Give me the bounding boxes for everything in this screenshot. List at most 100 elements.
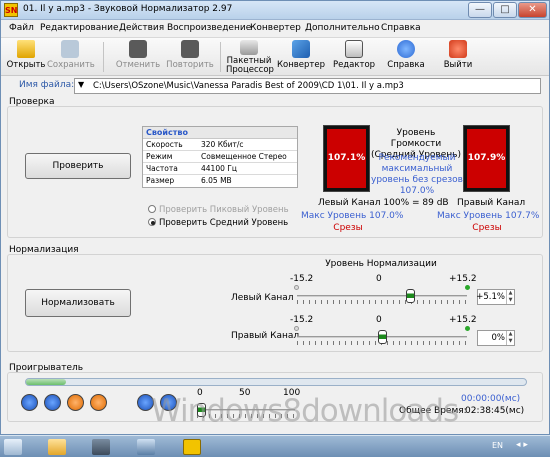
right-level-spinner[interactable]: 0% ▲ ▼ [477,330,515,346]
undo-label: Отменить [115,60,161,70]
total-time-label: Общее Время: [399,406,467,416]
right-level-meter: 107.9% [463,125,510,192]
radio-average-label: Проверить Средний Уровень [159,218,289,228]
spinner-arrows-icon[interactable]: ▲ ▼ [506,290,514,304]
right-max-label: +15.2 [449,315,477,325]
property-value: 320 Кбит/с [201,140,244,149]
table-row: Размер 6.05 MB [143,175,297,187]
close-button[interactable]: ✕ [518,2,547,18]
slider-thumb[interactable] [406,289,415,303]
right-meter-value: 107.9% [467,153,506,163]
volume-tick-100: 100 [283,388,301,398]
taskbar-explorer-icon[interactable] [48,439,66,455]
redo-icon [181,40,199,58]
radio-average-dot [148,218,156,226]
menu-actions[interactable]: Действия [119,23,164,33]
undo-button[interactable]: Отменить [114,40,162,74]
right-level-value: 0% [491,333,506,343]
slider-max-marker [465,285,470,290]
spinner-arrows-icon[interactable]: ▲ ▼ [506,331,514,345]
taskbar-window-icon[interactable] [4,439,22,455]
right-max-level: Макс Уровень 107.7% [437,211,540,221]
editor-icon [345,40,363,58]
check-button[interactable]: Проверить [25,153,131,179]
radio-peak-label: Проверить Пиковый Уровень [159,205,289,215]
radio-peak-level[interactable]: Проверить Пиковый Уровень [148,205,289,215]
language-indicator[interactable]: EN [492,441,503,450]
stop-button[interactable] [44,394,61,411]
open-button[interactable]: Открыть [6,40,46,74]
volume-tick-0: 0 [197,388,203,398]
normalization-level-title: Уровень Нормализации [325,259,437,269]
menu-help[interactable]: Справка [381,23,421,33]
radio-peak-dot [148,205,156,213]
left-normalization-slider[interactable] [294,285,470,307]
window-title: 01. Il y a.mp3 - Звуковой Нормализатор 2… [23,4,233,14]
open-label: Открыть [6,60,46,70]
current-time: 00:00:00(мс) [461,394,521,404]
slider-min-marker [294,326,299,331]
taskbar-media-icon[interactable] [92,439,110,455]
tray-arrows-icon[interactable]: ◂ ▸ [516,440,528,450]
left-clips-label: Срезы [333,223,363,233]
open-folder-icon [17,40,35,58]
total-time-value: 02:38:45(мс) [465,406,525,416]
file-path-text: C:\Users\OSzone\Music\Vanessa Paradis Be… [93,81,404,91]
taskbar-app-icon[interactable] [183,439,201,455]
left-level-spinner[interactable]: +5.1% ▲ ▼ [476,289,515,305]
playback-progress-bar[interactable] [25,378,527,386]
maximize-button[interactable]: □ [493,2,517,18]
loop-button[interactable] [67,394,84,411]
exit-button[interactable]: Выйти [437,40,479,74]
dropdown-arrow-icon[interactable]: ▼ [78,80,84,89]
volume-tick-50: 50 [239,388,251,398]
property-key: Размер [146,176,175,185]
left-max-level: Макс Уровень 107.0% [301,211,404,221]
slider-thumb[interactable] [378,330,387,344]
slider-thumb[interactable] [197,403,206,417]
menu-bar: Файл Редактирование Действия Воспроизвед… [1,20,549,38]
left-max-label: +15.2 [449,274,477,284]
left-mid-label: 0 [376,274,382,284]
left-level-value: +5.1% [476,292,505,302]
taskbar-network-icon[interactable] [137,439,155,455]
volume-slider[interactable] [197,399,295,421]
help-button[interactable]: Справка [384,40,428,74]
menu-playback[interactable]: Воспроизведение [167,23,251,33]
slider-track [297,295,467,297]
property-value: 44100 Гц [201,164,237,173]
right-mid-label: 0 [376,315,382,325]
title-bar[interactable]: SN 01. Il y a.mp3 - Звуковой Нормализато… [1,1,549,20]
left-min-label: -15.2 [290,274,314,284]
menu-converter[interactable]: Конвертер [250,23,301,33]
table-row: Режим Совмещенное Стерео [143,151,297,163]
property-value: Совмещенное Стерео [201,152,287,161]
save-icon [61,40,79,58]
minimize-button[interactable]: — [468,2,492,18]
power-icon [449,40,467,58]
rewind-button[interactable] [137,394,154,411]
file-path-combobox[interactable]: ▼ C:\Users\OSzone\Music\Vanessa Paradis … [74,78,541,94]
play-button[interactable] [21,394,38,411]
menu-edit[interactable]: Редактирование [40,23,119,33]
menu-extra[interactable]: Дополнительно [305,23,380,33]
left-channel-label: Левый Канал [318,198,381,208]
repeat-button[interactable] [90,394,107,411]
menu-file[interactable]: Файл [9,23,34,33]
slider-max-marker [465,326,470,331]
table-row: Скорость 320 Кбит/с [143,139,297,151]
converter-button[interactable]: Конвертер [277,40,325,74]
table-row: Частота 44100 Гц [143,163,297,175]
recommended-level-text: Рекомендуемый максимальный уровень без с… [371,153,463,196]
app-logo-icon: SN [4,3,18,17]
toolbar: Открыть Сохранить Отменить Повторить Пак… [1,38,549,76]
forward-button[interactable] [160,394,177,411]
radio-average-level[interactable]: Проверить Средний Уровень [148,218,288,228]
redo-button[interactable]: Повторить [165,40,215,74]
right-channel-norm-label: Правый Канал [231,331,300,341]
right-normalization-slider[interactable] [294,326,470,348]
save-button[interactable]: Сохранить [47,40,95,74]
batch-processor-button[interactable]: Пакетный Процессор [226,40,274,75]
editor-button[interactable]: Редактор [331,40,377,74]
normalize-button[interactable]: Нормализовать [25,289,131,317]
